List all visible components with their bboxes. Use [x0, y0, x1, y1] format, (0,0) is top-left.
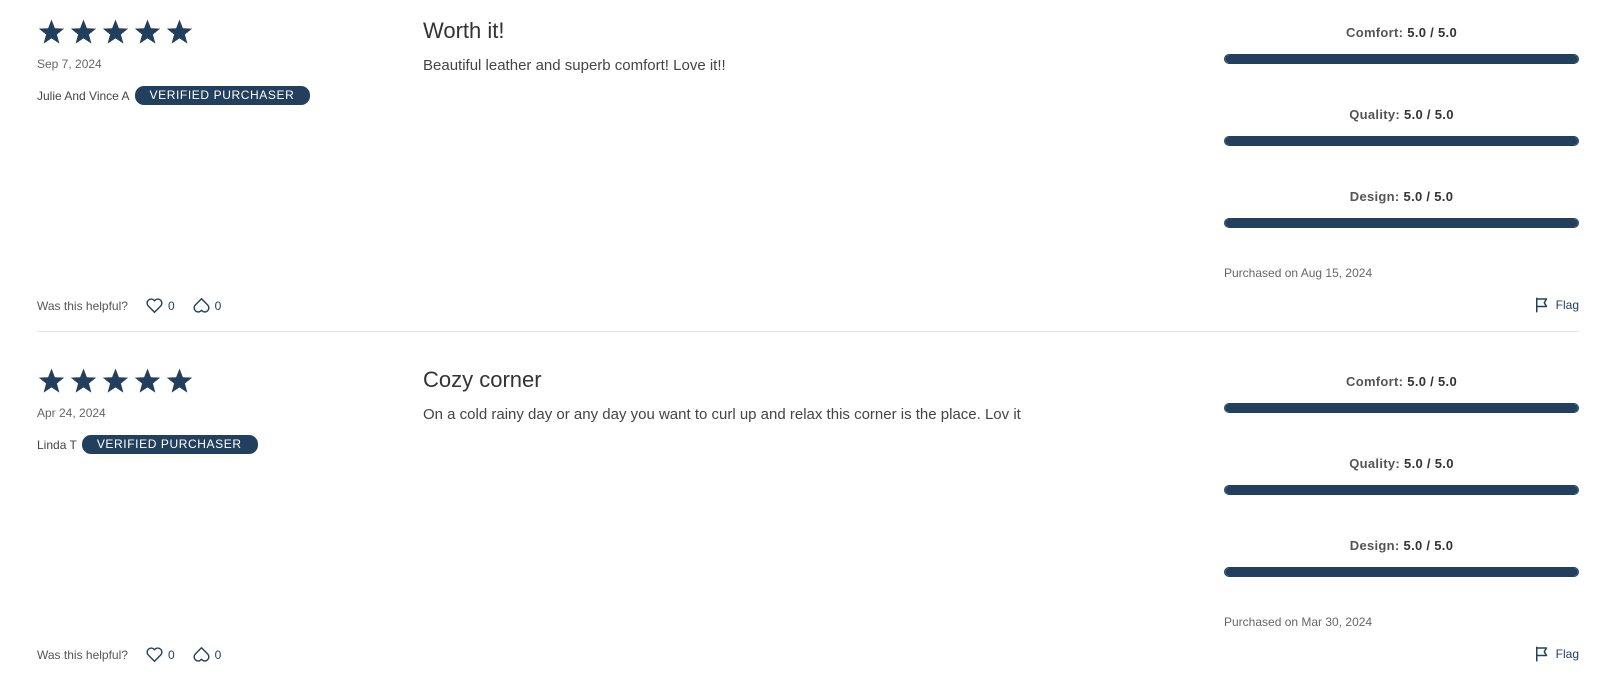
rating-label: Quality: [1349, 107, 1401, 122]
flag-icon [1533, 296, 1556, 314]
rating-score: 5.0 / 5.0 [1407, 374, 1457, 389]
star-rating [37, 367, 194, 395]
reviewer-info: Linda T VERIFIED PURCHASER [37, 435, 258, 454]
rating-label: Quality: [1349, 456, 1401, 471]
purchase-date: Purchased on Aug 15, 2024 [1224, 266, 1373, 280]
rating-label: Design: [1349, 538, 1400, 553]
upvote-count: 0 [167, 298, 175, 313]
helpful-votes: Was this helpful? 0 0 [37, 296, 238, 315]
thumbs-down-icon [192, 296, 215, 315]
rating-bar-fill [1225, 55, 1578, 63]
thumbs-down-icon [192, 645, 215, 664]
rating-bar-fill [1225, 568, 1578, 576]
downvote-button[interactable]: 0 [192, 645, 222, 664]
review-divider [37, 331, 1579, 332]
helpful-label: Was this helpful? [37, 298, 128, 313]
rating-row: Comfort: 5.0 / 5.0 [1224, 374, 1579, 413]
rating-bar [1224, 54, 1579, 64]
review-date: Sep 7, 2024 [37, 57, 102, 71]
star-icon [102, 19, 129, 44]
review-title: Worth it! [423, 18, 505, 43]
review-date: Apr 24, 2024 [37, 406, 106, 420]
flag-button[interactable]: Flag [1533, 296, 1579, 314]
rating-score: 5.0 / 5.0 [1403, 189, 1454, 204]
rating-row: Quality: 5.0 / 5.0 [1224, 456, 1579, 495]
rating-bar [1224, 218, 1579, 228]
upvote-button[interactable]: 0 [145, 296, 175, 315]
review-body: On a cold rainy day or any day you want … [423, 406, 1021, 423]
star-icon [166, 368, 193, 393]
rating-bar [1224, 403, 1579, 413]
rating-row: Quality: 5.0 / 5.0 [1224, 107, 1579, 146]
flag-icon [1533, 645, 1556, 663]
review-title: Cozy corner [423, 367, 542, 392]
star-icon [166, 19, 193, 44]
star-icon [134, 368, 161, 393]
rating-row: Design: 5.0 / 5.0 [1224, 538, 1579, 577]
verified-purchaser-badge: VERIFIED PURCHASER [81, 435, 258, 454]
review-card: Sep 7, 2024 Julie And Vince A VERIFIED PUR… [37, 0, 1579, 320]
rating-row: Comfort: 5.0 / 5.0 [1224, 25, 1579, 64]
review-card: Apr 24, 2024 Linda T VERIFIED PURCHASER Coz… [37, 349, 1579, 669]
verified-purchaser-badge: VERIFIED PURCHASER [134, 86, 311, 105]
star-icon [38, 19, 65, 44]
star-icon [38, 368, 65, 393]
rating-label: Comfort: [1346, 374, 1404, 389]
rating-label: Design: [1349, 189, 1400, 204]
star-icon [102, 368, 129, 393]
heart-icon [145, 296, 168, 315]
downvote-button[interactable]: 0 [192, 296, 222, 315]
flag-label: Flag [1555, 647, 1579, 661]
rating-label: Comfort: [1346, 25, 1404, 40]
reviewer-name: Linda T [37, 437, 77, 452]
helpful-votes: Was this helpful? 0 0 [37, 645, 238, 664]
flag-button[interactable]: Flag [1533, 645, 1579, 663]
reviewer-info: Julie And Vince A VERIFIED PURCHASER [37, 86, 311, 105]
star-rating [37, 18, 194, 46]
helpful-label: Was this helpful? [37, 647, 128, 662]
rating-bar [1224, 567, 1579, 577]
reviews-list: Sep 7, 2024 Julie And Vince A VERIFIED PUR… [0, 0, 1600, 674]
rating-row: Design: 5.0 / 5.0 [1224, 189, 1579, 228]
upvote-button[interactable]: 0 [145, 645, 175, 664]
review-body: Beautiful leather and superb comfort! Lo… [423, 57, 726, 74]
rating-bar-fill [1225, 137, 1578, 145]
downvote-count: 0 [214, 298, 222, 313]
reviewer-name: Julie And Vince A [37, 88, 130, 103]
rating-score: 5.0 / 5.0 [1404, 456, 1454, 471]
star-icon [70, 19, 97, 44]
rating-bar [1224, 485, 1579, 495]
heart-icon [145, 645, 168, 664]
flag-label: Flag [1555, 298, 1579, 312]
rating-bar-fill [1225, 219, 1578, 227]
star-icon [134, 19, 161, 44]
rating-bar-fill [1225, 404, 1578, 412]
rating-bar [1224, 136, 1579, 146]
rating-score: 5.0 / 5.0 [1407, 25, 1457, 40]
upvote-count: 0 [167, 647, 175, 662]
rating-score: 5.0 / 5.0 [1403, 538, 1454, 553]
rating-bar-fill [1225, 486, 1578, 494]
downvote-count: 0 [214, 647, 222, 662]
rating-score: 5.0 / 5.0 [1404, 107, 1454, 122]
star-icon [70, 368, 97, 393]
purchase-date: Purchased on Mar 30, 2024 [1224, 615, 1373, 629]
